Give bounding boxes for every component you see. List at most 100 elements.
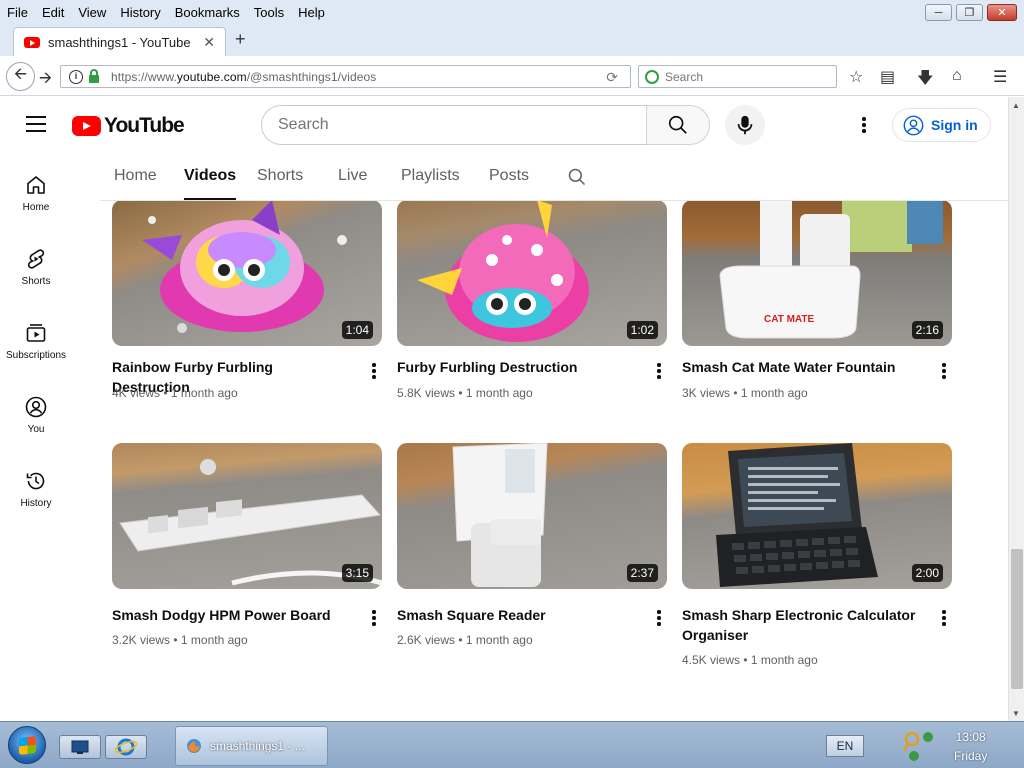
windows-taskbar: smashthings1 - ... EN 13:08 Friday bbox=[0, 721, 1024, 768]
menu-help[interactable]: Help bbox=[291, 5, 332, 20]
video-card[interactable]: 2:00 Smash Sharp Electronic Calculator O… bbox=[682, 443, 952, 667]
video-actions-kebab-icon[interactable] bbox=[942, 610, 946, 628]
youtube-favicon-icon bbox=[24, 36, 40, 48]
tab-title: smashthings1 - YouTube bbox=[48, 34, 191, 50]
video-card[interactable]: 1:02 Furby Furbling Destruction 5.8K vie… bbox=[397, 201, 667, 400]
internet-explorer-icon[interactable] bbox=[105, 735, 147, 759]
taskbar-firefox-label: smashthings1 - ... bbox=[210, 739, 305, 753]
search-engine-icon bbox=[645, 69, 659, 84]
tab-videos[interactable]: Videos bbox=[184, 167, 237, 200]
video-meta: 4.5K views • 1 month ago bbox=[682, 653, 818, 667]
menu-bar: File Edit View History Bookmarks Tools H… bbox=[0, 0, 1024, 24]
info-icon[interactable]: i bbox=[69, 69, 83, 84]
reading-list-icon[interactable]: ▤ bbox=[880, 67, 895, 87]
forward-button[interactable]: 🡪 bbox=[39, 67, 52, 94]
taskbar-firefox-button[interactable]: smashthings1 - ... bbox=[175, 726, 328, 766]
microphone-icon bbox=[737, 115, 753, 135]
guide-menu-icon[interactable] bbox=[26, 116, 46, 137]
video-thumbnail[interactable]: 1:04 bbox=[112, 201, 382, 346]
video-meta: 5.8K views • 1 month ago bbox=[397, 386, 533, 400]
arrow-left-icon: 🡨 bbox=[14, 66, 27, 83]
new-tab-button[interactable]: + bbox=[235, 29, 246, 50]
video-card[interactable]: CAT MATE 2:16 Smash Cat Mate Water Fount… bbox=[682, 201, 952, 400]
browser-search-box[interactable]: Search bbox=[638, 65, 837, 88]
video-thumbnail[interactable]: 3:15 bbox=[112, 443, 382, 589]
video-meta: 3.2K views • 1 month ago bbox=[112, 633, 248, 647]
menu-view[interactable]: View bbox=[71, 5, 113, 20]
video-duration: 3:15 bbox=[341, 564, 373, 582]
video-duration: 2:16 bbox=[911, 321, 943, 339]
scrollbar-thumb[interactable] bbox=[1011, 549, 1023, 689]
page-scrollbar[interactable]: ▲ ▼ bbox=[1008, 97, 1024, 721]
voice-search-button[interactable] bbox=[725, 105, 765, 145]
video-title[interactable]: Smash Sharp Electronic Calculator Organi… bbox=[682, 605, 922, 645]
youtube-search-button[interactable] bbox=[646, 105, 710, 145]
menu-edit[interactable]: Edit bbox=[35, 5, 71, 20]
window-controls: ─ ❐ ✕ bbox=[921, 4, 1017, 21]
start-button[interactable] bbox=[8, 726, 46, 764]
browser-tab[interactable]: smashthings1 - YouTube ✕ bbox=[13, 27, 226, 56]
home-browser-icon[interactable]: ⌂ bbox=[952, 67, 962, 85]
video-actions-kebab-icon[interactable] bbox=[942, 363, 946, 381]
youtube-wordmark: YouTube bbox=[104, 114, 185, 137]
reload-icon[interactable]: ⟳ bbox=[606, 69, 618, 86]
sign-in-button[interactable]: Sign in bbox=[892, 108, 991, 142]
open-menu-icon[interactable]: ☰ bbox=[993, 67, 1007, 87]
video-title[interactable]: Smash Square Reader bbox=[397, 605, 637, 625]
video-thumbnail[interactable]: 2:37 bbox=[397, 443, 667, 589]
menu-history[interactable]: History bbox=[113, 5, 167, 20]
address-bar[interactable]: i https://www.youtube.com/@smashthings1/… bbox=[60, 65, 631, 88]
clock-day: Friday bbox=[954, 749, 988, 763]
menu-tools[interactable]: Tools bbox=[247, 5, 291, 20]
video-duration: 1:02 bbox=[626, 321, 658, 339]
video-actions-kebab-icon[interactable] bbox=[372, 610, 376, 628]
video-actions-kebab-icon[interactable] bbox=[657, 363, 661, 381]
clock-time: 13:08 bbox=[955, 730, 986, 744]
channel-search-icon[interactable] bbox=[567, 167, 587, 187]
network-icon[interactable] bbox=[902, 729, 936, 763]
system-clock[interactable]: 13:08 Friday bbox=[954, 728, 987, 766]
home-icon bbox=[27, 176, 45, 194]
video-title[interactable]: Smash Dodgy HPM Power Board bbox=[112, 605, 352, 625]
tab-home[interactable]: Home bbox=[114, 167, 157, 185]
video-card[interactable]: 1:04 Rainbow Furby Furbling Destruction … bbox=[112, 201, 382, 400]
show-desktop-icon[interactable] bbox=[59, 735, 101, 759]
language-indicator[interactable]: EN bbox=[826, 735, 864, 757]
minimize-button[interactable]: ─ bbox=[925, 4, 952, 21]
video-duration: 2:00 bbox=[911, 564, 943, 582]
tab-close-icon[interactable]: ✕ bbox=[203, 34, 215, 51]
browser-search-placeholder: Search bbox=[665, 69, 704, 84]
tab-strip: smashthings1 - YouTube ✕ bbox=[0, 24, 1024, 56]
video-title[interactable]: Smash Cat Mate Water Fountain bbox=[682, 357, 922, 377]
video-duration: 2:37 bbox=[626, 564, 658, 582]
menu-file[interactable]: File bbox=[0, 5, 35, 20]
youtube-play-icon bbox=[72, 116, 101, 136]
scroll-down-icon[interactable]: ▼ bbox=[1012, 709, 1020, 718]
video-thumbnail[interactable]: 2:00 bbox=[682, 443, 952, 589]
video-card[interactable]: 2:37 Smash Square Reader 2.6K views • 1 … bbox=[397, 443, 667, 647]
video-card[interactable]: 3:15 Smash Dodgy HPM Power Board 3.2K vi… bbox=[112, 443, 382, 647]
video-meta: 3K views • 1 month ago bbox=[682, 386, 808, 400]
search-icon bbox=[668, 115, 687, 134]
account-icon bbox=[903, 115, 924, 135]
settings-kebab-icon[interactable] bbox=[862, 117, 866, 135]
url-text[interactable]: https://www.youtube.com/@smashthings1/vi… bbox=[111, 70, 376, 84]
restore-button[interactable]: ❐ bbox=[956, 4, 983, 21]
tab-playlists[interactable]: Playlists bbox=[401, 167, 460, 185]
tab-shorts[interactable]: Shorts bbox=[257, 167, 303, 185]
video-title[interactable]: Furby Furbling Destruction bbox=[397, 357, 637, 377]
video-thumbnail[interactable]: 1:02 bbox=[397, 201, 667, 346]
tab-posts[interactable]: Posts bbox=[489, 167, 529, 185]
video-actions-kebab-icon[interactable] bbox=[657, 610, 661, 628]
bookmark-star-icon[interactable]: ☆ bbox=[849, 67, 863, 87]
youtube-search-input[interactable]: Search bbox=[261, 105, 647, 145]
youtube-logo[interactable]: YouTube bbox=[72, 114, 185, 138]
menu-bookmarks[interactable]: Bookmarks bbox=[168, 5, 247, 20]
close-window-button[interactable]: ✕ bbox=[987, 4, 1017, 21]
downloads-icon[interactable]: 🡇 bbox=[917, 67, 933, 94]
scroll-up-icon[interactable]: ▲ bbox=[1012, 101, 1020, 110]
video-thumbnail[interactable]: CAT MATE 2:16 bbox=[682, 201, 952, 346]
back-button[interactable]: 🡨 bbox=[6, 62, 35, 91]
tab-live[interactable]: Live bbox=[338, 167, 367, 185]
video-actions-kebab-icon[interactable] bbox=[372, 363, 376, 381]
